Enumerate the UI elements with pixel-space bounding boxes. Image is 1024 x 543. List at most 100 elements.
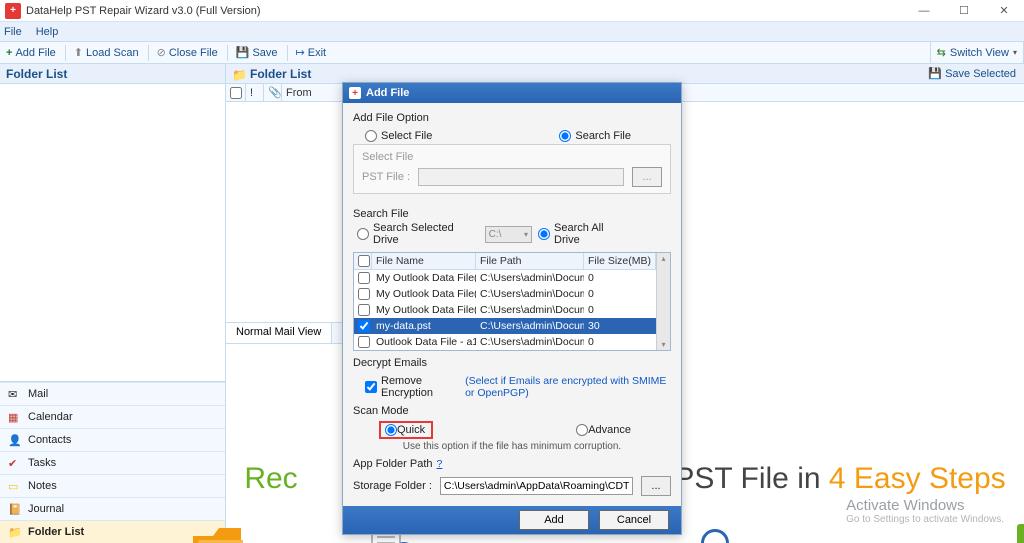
file-row-checkbox[interactable] xyxy=(358,288,370,300)
save-icon: 💾 xyxy=(236,46,250,59)
file-table: File Name File Path File Size(MB) My Out… xyxy=(353,252,671,351)
sidebar-item-label: Folder List xyxy=(28,526,84,538)
cancel-button[interactable]: Cancel xyxy=(599,510,669,530)
add-file-dialog: + Add File Add File Option Select File S… xyxy=(342,82,682,535)
checkbox-remove-encryption[interactable]: Remove Encryption xyxy=(365,375,451,399)
menu-help[interactable]: Help xyxy=(36,26,59,38)
radio-advance[interactable]: Advance xyxy=(576,424,631,436)
sidebar-item-journal[interactable]: 📔Journal xyxy=(0,497,225,520)
column-checkbox[interactable] xyxy=(226,84,246,101)
file-row-name: My Outlook Data File(23)... xyxy=(372,304,476,316)
toolbar: +Add File ⬆Load Scan ⊘Close File 💾Save ↦… xyxy=(0,42,1024,64)
dialog-title-bar[interactable]: + Add File xyxy=(343,83,681,103)
sidebar-item-label: Tasks xyxy=(28,457,56,469)
pst-file-input xyxy=(418,168,624,186)
file-row-path: C:\Users\admin\Docume... xyxy=(476,272,584,284)
file-table-header-path[interactable]: File Path xyxy=(476,253,584,269)
file-row-size: 0 xyxy=(584,336,656,348)
radio-search-file[interactable]: Search File xyxy=(559,130,631,142)
file-row-checkbox[interactable] xyxy=(358,336,370,348)
close-file-button[interactable]: ⊘Close File xyxy=(151,42,225,63)
file-table-row[interactable]: My Outlook Data File(1).pstC:\Users\admi… xyxy=(354,270,656,286)
file-row-size: 0 xyxy=(584,288,656,300)
file-row-name: my-data.pst xyxy=(372,320,476,332)
radio-select-file[interactable]: Select File xyxy=(365,130,432,142)
column-attachment-icon[interactable]: 📎 xyxy=(264,84,282,101)
maximize-button[interactable]: ☐ xyxy=(944,0,984,22)
help-icon[interactable]: ? xyxy=(437,458,443,470)
window-title: DataHelp PST Repair Wizard v3.0 (Full Ve… xyxy=(26,5,261,17)
select-file-group-label: Select File xyxy=(362,151,662,163)
close-button[interactable]: ✕ xyxy=(984,0,1024,22)
plus-icon: + xyxy=(349,87,361,99)
folder-tree[interactable] xyxy=(0,84,225,382)
file-table-row[interactable]: my-data.pstC:\Users\admin\Docume...30 xyxy=(354,318,656,334)
radio-search-all-drive[interactable]: Search All Drive xyxy=(538,222,631,246)
sidebar: Folder List ✉ Mail ▦Calendar 👤Contacts ✔ T… xyxy=(0,64,226,543)
sidebar-item-tasks[interactable]: ✔ Tasks xyxy=(0,451,225,474)
file-row-name: Outlook Data File - a1.pst xyxy=(372,336,476,348)
file-table-row[interactable]: Outlook Data File - a1.pstC:\Users\admin… xyxy=(354,334,656,350)
main-header-title: Folder List xyxy=(250,67,311,81)
add-file-option-label: Add File Option xyxy=(353,112,671,124)
encryption-hint: (Select if Emails are encrypted with SMI… xyxy=(465,375,671,399)
navigation-pane: ✉Mail ▦Calendar 👤Contacts ✔Tasks ▭Notes … xyxy=(0,382,225,543)
storage-folder-input[interactable] xyxy=(440,477,633,495)
sidebar-item-label: Mail xyxy=(28,388,48,400)
step-preview: Preview xyxy=(683,522,747,543)
sidebar-item-mail[interactable]: ✉ Mail xyxy=(0,382,225,405)
sidebar-item-label: Contacts xyxy=(28,434,71,446)
step-open: Open xyxy=(191,522,243,543)
switch-view-button[interactable]: ⇆ Switch View ▾ xyxy=(930,42,1024,63)
menu-bar: File Help xyxy=(0,22,1024,42)
file-row-path: C:\Users\admin\Docume... xyxy=(476,288,584,300)
save-icon: 💾 xyxy=(928,67,942,80)
load-scan-button[interactable]: ⬆Load Scan xyxy=(68,42,146,63)
quick-hint: Use this option if the file has minimum … xyxy=(353,441,671,452)
file-row-name: My Outlook Data File(1).pst xyxy=(372,272,476,284)
pst-file-label: PST File : xyxy=(362,171,410,183)
file-row-path: C:\Users\admin\Docume... xyxy=(476,304,584,316)
tab-normal-view[interactable]: Normal Mail View xyxy=(226,323,332,343)
upload-icon: ⬆ xyxy=(74,46,83,59)
chevron-down-icon: ▾ xyxy=(524,230,528,239)
save-button[interactable]: 💾Save xyxy=(230,42,285,63)
scan-mode-label: Scan Mode xyxy=(353,405,671,417)
minimize-button[interactable]: — xyxy=(904,0,944,22)
radio-quick[interactable]: Quick xyxy=(385,424,425,436)
storage-browse-button[interactable]: ... xyxy=(641,476,671,496)
folder-list-header: Folder List xyxy=(0,64,225,84)
sidebar-item-notes[interactable]: ▭Notes xyxy=(0,474,225,497)
sidebar-item-label: Calendar xyxy=(28,411,73,423)
sidebar-item-calendar[interactable]: ▦Calendar xyxy=(0,405,225,428)
file-table-row[interactable]: My Outlook Data File(2).pstC:\Users\admi… xyxy=(354,286,656,302)
file-row-checkbox[interactable] xyxy=(358,320,370,332)
exit-button[interactable]: ↦Exit xyxy=(290,42,334,63)
radio-search-selected-drive[interactable]: Search Selected Drive C:\▾ xyxy=(357,222,532,246)
add-file-button[interactable]: +Add File xyxy=(0,42,63,63)
app-icon: + xyxy=(5,3,21,19)
file-row-checkbox[interactable] xyxy=(358,272,370,284)
main-header: 📁 Folder List 💾 Save Selected xyxy=(226,64,1024,84)
column-flag-icon[interactable]: ! xyxy=(246,84,264,101)
folder-icon: 📁 xyxy=(8,526,22,538)
add-button[interactable]: Add xyxy=(519,510,589,530)
search-file-group-label: Search File xyxy=(353,208,671,220)
file-row-checkbox[interactable] xyxy=(358,304,370,316)
file-table-scrollbar[interactable]: ▴▾ xyxy=(656,253,670,350)
save-selected-button[interactable]: 💾 Save Selected xyxy=(928,67,1016,80)
file-table-header-name[interactable]: File Name xyxy=(372,253,476,269)
tasks-icon: ✔ xyxy=(8,457,22,469)
mail-icon: ✉ xyxy=(8,388,22,400)
file-table-header-size[interactable]: File Size(MB) xyxy=(584,253,656,269)
menu-file[interactable]: File xyxy=(4,26,22,38)
plus-icon: + xyxy=(6,47,12,59)
drive-select: C:\▾ xyxy=(485,226,532,243)
file-table-check-all[interactable] xyxy=(354,253,372,269)
decrypt-emails-label: Decrypt Emails xyxy=(353,357,671,369)
file-row-name: My Outlook Data File(2).pst xyxy=(372,288,476,300)
activate-windows-watermark: Activate Windows Go to Settings to activ… xyxy=(846,497,1004,525)
file-table-row[interactable]: My Outlook Data File(23)...C:\Users\admi… xyxy=(354,302,656,318)
scan-mode-quick-highlight: Quick xyxy=(379,421,433,439)
sidebar-item-contacts[interactable]: 👤Contacts xyxy=(0,428,225,451)
